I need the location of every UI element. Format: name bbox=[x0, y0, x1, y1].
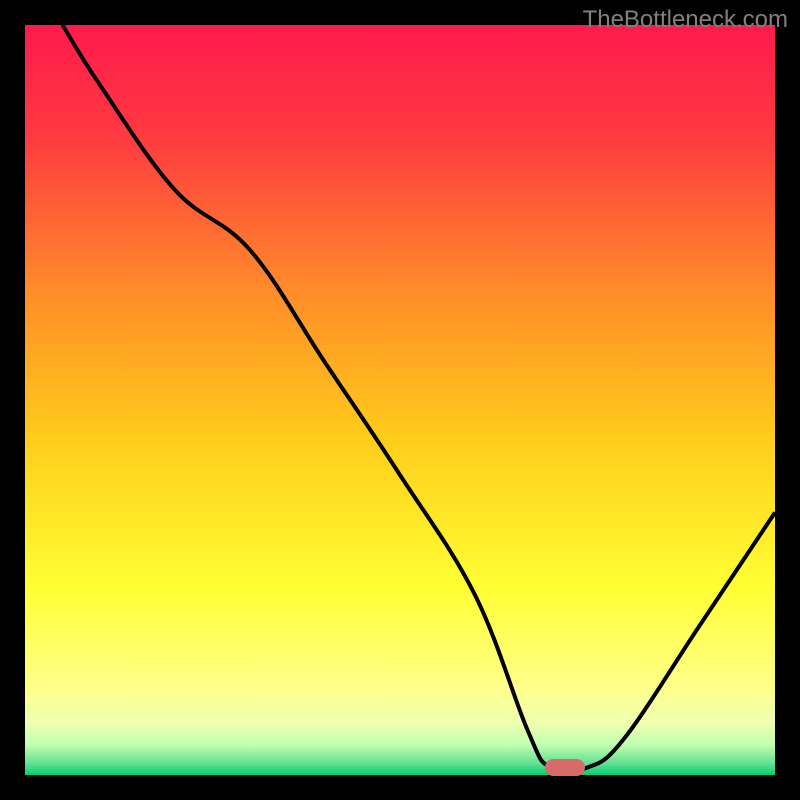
bottleneck-curve bbox=[25, 25, 775, 775]
watermark-text: TheBottleneck.com bbox=[583, 6, 788, 34]
chart-area bbox=[25, 25, 775, 775]
optimal-marker bbox=[545, 759, 585, 776]
